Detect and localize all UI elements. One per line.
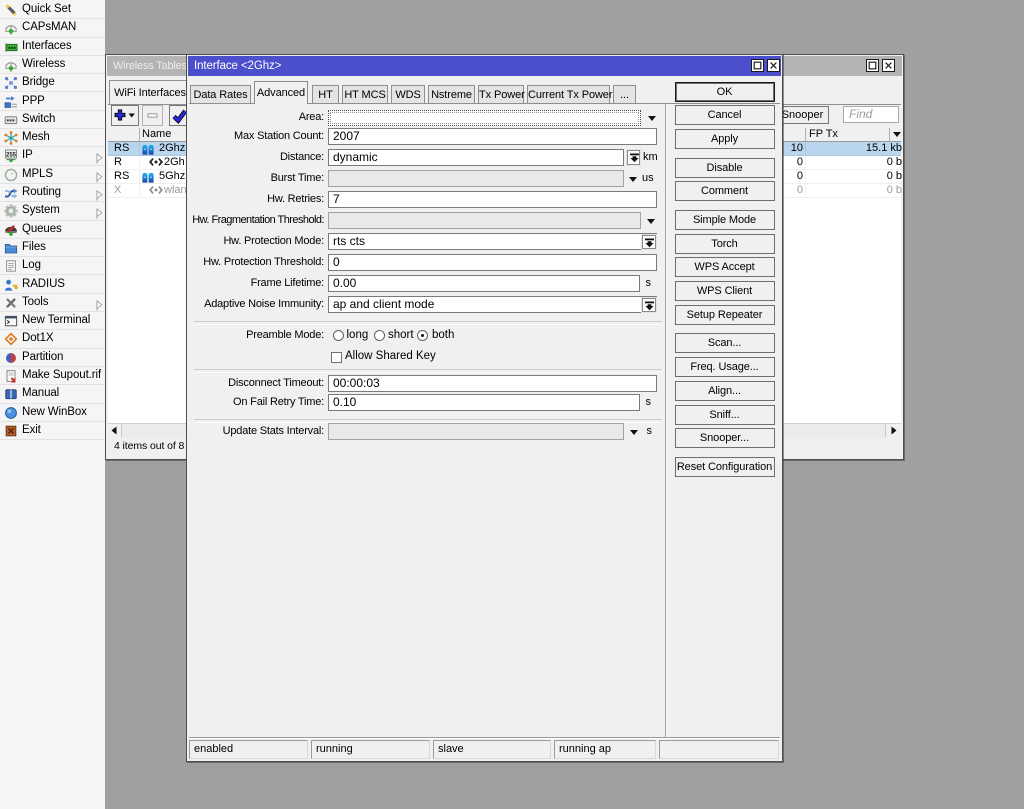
svg-text:255: 255 — [6, 153, 17, 159]
